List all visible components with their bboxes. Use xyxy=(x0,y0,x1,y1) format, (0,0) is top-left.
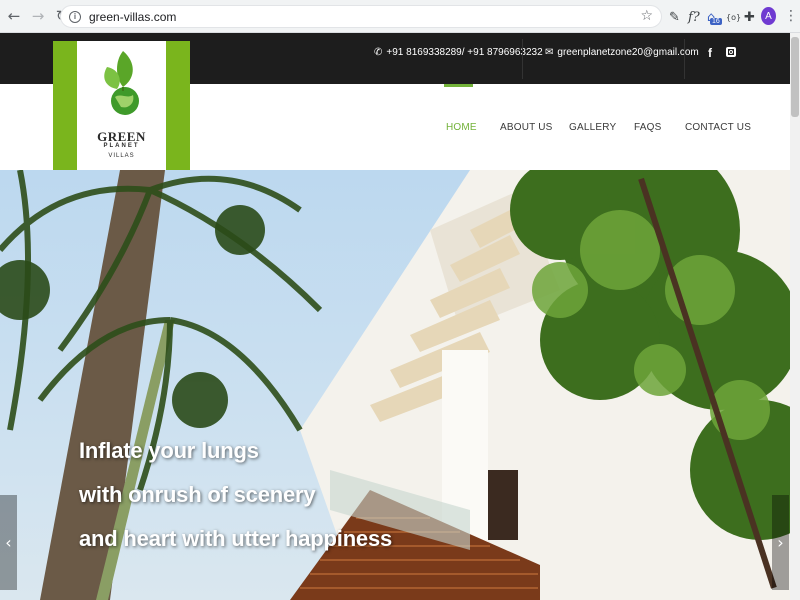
address-bar[interactable]: i green-villas.com ☆ xyxy=(60,5,662,28)
email-text: greenplanetzone20@gmail.com xyxy=(557,47,699,58)
back-icon[interactable]: ← xyxy=(4,6,24,26)
browser-toolbar: ← → ↻ i green-villas.com ☆ ✎ f? ⌂ 16 {o}… xyxy=(0,0,800,33)
phone-contact[interactable]: ✆ +91 8169338289/ +91 8796963232 xyxy=(374,47,543,58)
profile-avatar[interactable]: A xyxy=(761,7,776,25)
nav-item-contact-us[interactable]: CONTACT US xyxy=(685,122,751,133)
page-scrollbar[interactable] xyxy=(790,33,800,600)
active-indicator xyxy=(444,84,473,87)
divider xyxy=(684,39,685,79)
divider xyxy=(522,39,523,79)
eyedropper-extension-icon[interactable]: ✎ xyxy=(669,8,680,26)
hero-headline-line: Inflate your lungs xyxy=(79,438,259,463)
info-icon[interactable]: i xyxy=(69,10,81,23)
nav-item-faqs[interactable]: FAQS xyxy=(634,122,661,133)
json-extension-icon[interactable]: {o} xyxy=(726,8,741,26)
phone-text: +91 8169338289/ +91 8796963232 xyxy=(386,47,543,58)
site-logo[interactable]: GREEN PLANET VILLAS xyxy=(53,41,190,170)
logo-text-villas: VILLAS xyxy=(108,153,135,159)
slider-next-button[interactable]: › xyxy=(772,495,789,590)
nav-item-home[interactable]: HOME xyxy=(446,122,477,133)
hero-headline-line: and heart with utter happiness xyxy=(79,526,393,551)
nav-item-gallery[interactable]: GALLERY xyxy=(569,122,616,133)
hero-slider: Inflate your lungs with onrush of scener… xyxy=(0,170,790,600)
logo-green-band xyxy=(166,41,190,170)
phone-icon: ✆ xyxy=(374,47,383,58)
extension-badge: 16 xyxy=(710,18,722,25)
scrollbar-thumb[interactable] xyxy=(791,37,799,117)
font-extension-icon[interactable]: f? xyxy=(688,8,700,26)
logo-text-planet: PLANET xyxy=(103,143,140,149)
mail-icon: ✉ xyxy=(545,47,554,58)
url-text[interactable]: green-villas.com xyxy=(89,10,176,24)
logo-green-band xyxy=(53,41,77,170)
puzzle-extensions-icon[interactable]: ✚ xyxy=(744,8,755,26)
nav-item-about-us[interactable]: ABOUT US xyxy=(500,122,553,133)
browser-menu-icon[interactable]: ⋮ xyxy=(784,8,798,24)
facebook-icon[interactable]: f xyxy=(708,46,712,60)
globe-leaf-icon xyxy=(104,51,139,115)
forward-icon[interactable]: → xyxy=(28,6,48,26)
instagram-icon[interactable] xyxy=(726,47,736,57)
hero-headline-line: with onrush of scenery xyxy=(79,482,316,507)
slider-prev-button[interactable]: ‹ xyxy=(0,495,17,590)
email-contact[interactable]: ✉ greenplanetzone20@gmail.com xyxy=(545,47,699,58)
bookmark-star-icon[interactable]: ☆ xyxy=(640,8,653,24)
